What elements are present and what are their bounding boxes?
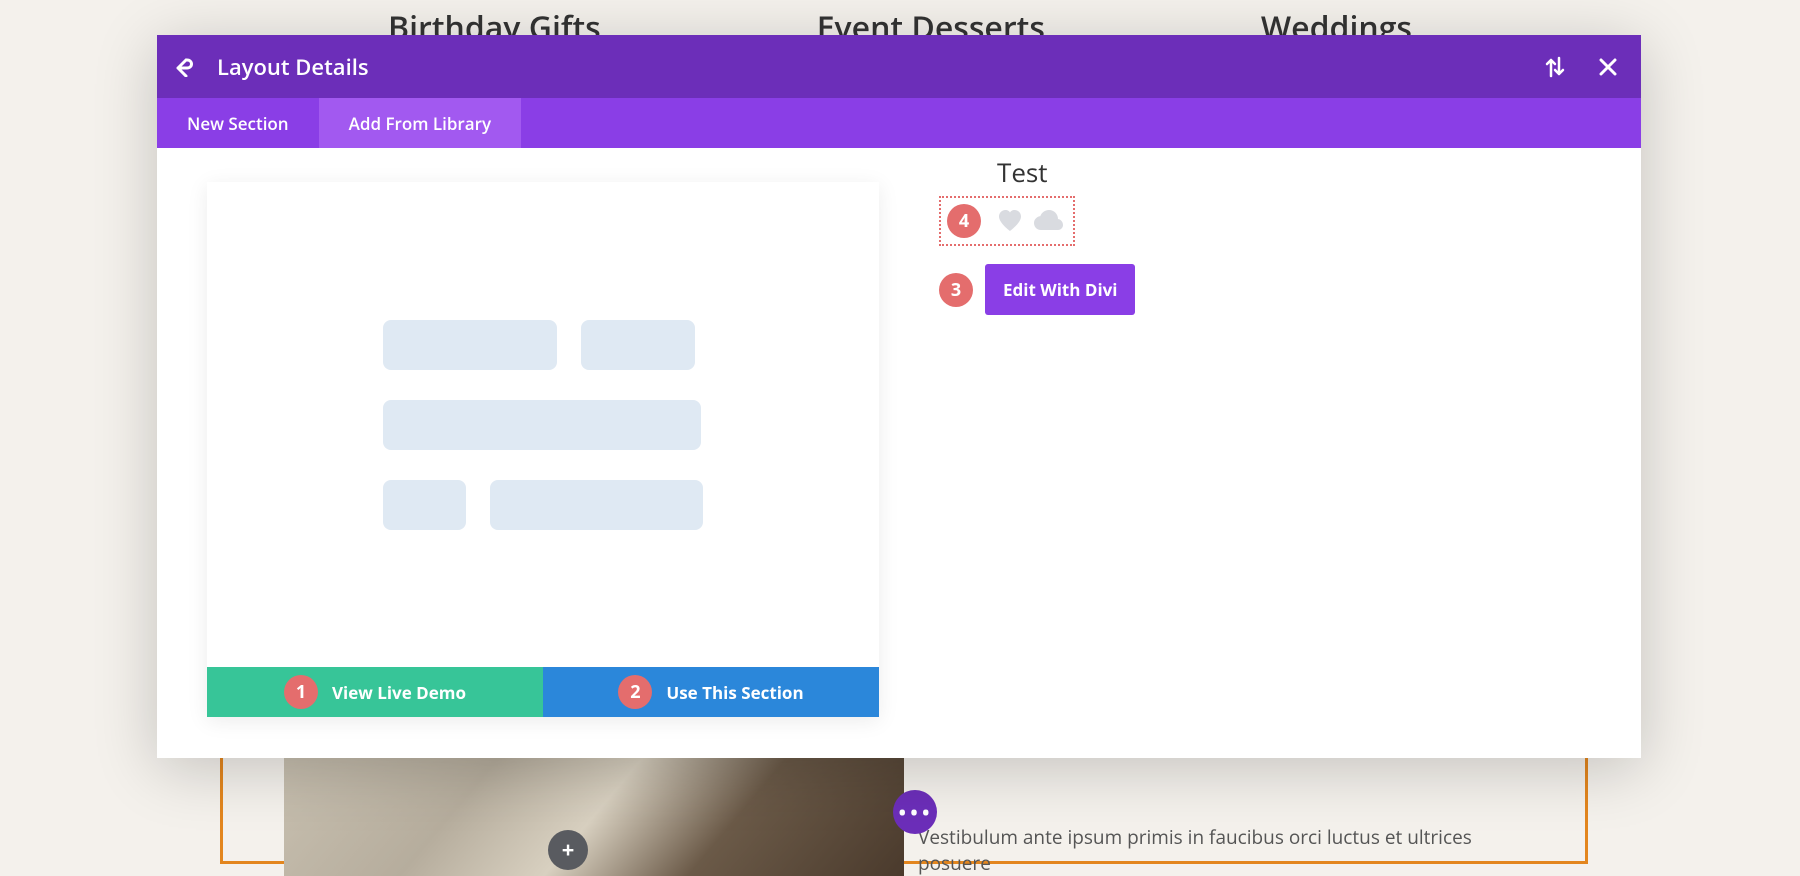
settings-fab-button[interactable]: •••: [893, 790, 937, 834]
background-image: [284, 756, 904, 876]
layout-details-modal: Layout Details New Section Add From Libr…: [157, 35, 1641, 758]
layout-meta-row: 4: [939, 196, 1075, 246]
background-paragraph: Vestibulum ante ipsum primis in faucibus…: [918, 824, 1538, 876]
cloud-icon[interactable]: [1033, 210, 1063, 232]
heart-icon[interactable]: [997, 209, 1023, 233]
edit-with-divi-button[interactable]: Edit With Divi: [985, 264, 1135, 315]
layout-preview-card: 1 View Live Demo 2 Use This Section: [207, 182, 879, 717]
more-icon: •••: [897, 794, 932, 830]
modal-body: 1 View Live Demo 2 Use This Section Test…: [157, 148, 1641, 758]
sort-icon[interactable]: [1545, 56, 1565, 78]
annotation-badge-2: 2: [618, 675, 652, 709]
layout-item-title: Test: [997, 154, 1048, 190]
annotation-badge-3: 3: [939, 273, 973, 307]
add-module-button[interactable]: +: [548, 830, 588, 870]
use-this-section-button[interactable]: 2 Use This Section: [543, 667, 879, 717]
view-live-demo-label: View Live Demo: [332, 681, 466, 704]
annotation-badge-4: 4: [947, 204, 981, 238]
skeleton-loader: [383, 320, 703, 530]
preview-actions: 1 View Live Demo 2 Use This Section: [207, 667, 879, 717]
tab-add-from-library[interactable]: Add From Library: [319, 98, 521, 148]
plus-icon: +: [562, 835, 575, 865]
use-this-section-label: Use This Section: [666, 681, 803, 704]
layout-details-panel: Test 4 3 Edit With Divi: [939, 182, 1135, 315]
annotation-badge-1: 1: [284, 675, 318, 709]
modal-header: Layout Details: [157, 35, 1641, 98]
edit-row: 3 Edit With Divi: [939, 264, 1135, 315]
modal-title: Layout Details: [217, 52, 1511, 82]
view-live-demo-button[interactable]: 1 View Live Demo: [207, 667, 543, 717]
modal-tabs: New Section Add From Library: [157, 98, 1641, 148]
layout-preview-area: [207, 182, 879, 667]
close-icon[interactable]: [1599, 58, 1617, 76]
tab-new-section[interactable]: New Section: [157, 98, 319, 148]
back-icon[interactable]: [175, 57, 199, 77]
